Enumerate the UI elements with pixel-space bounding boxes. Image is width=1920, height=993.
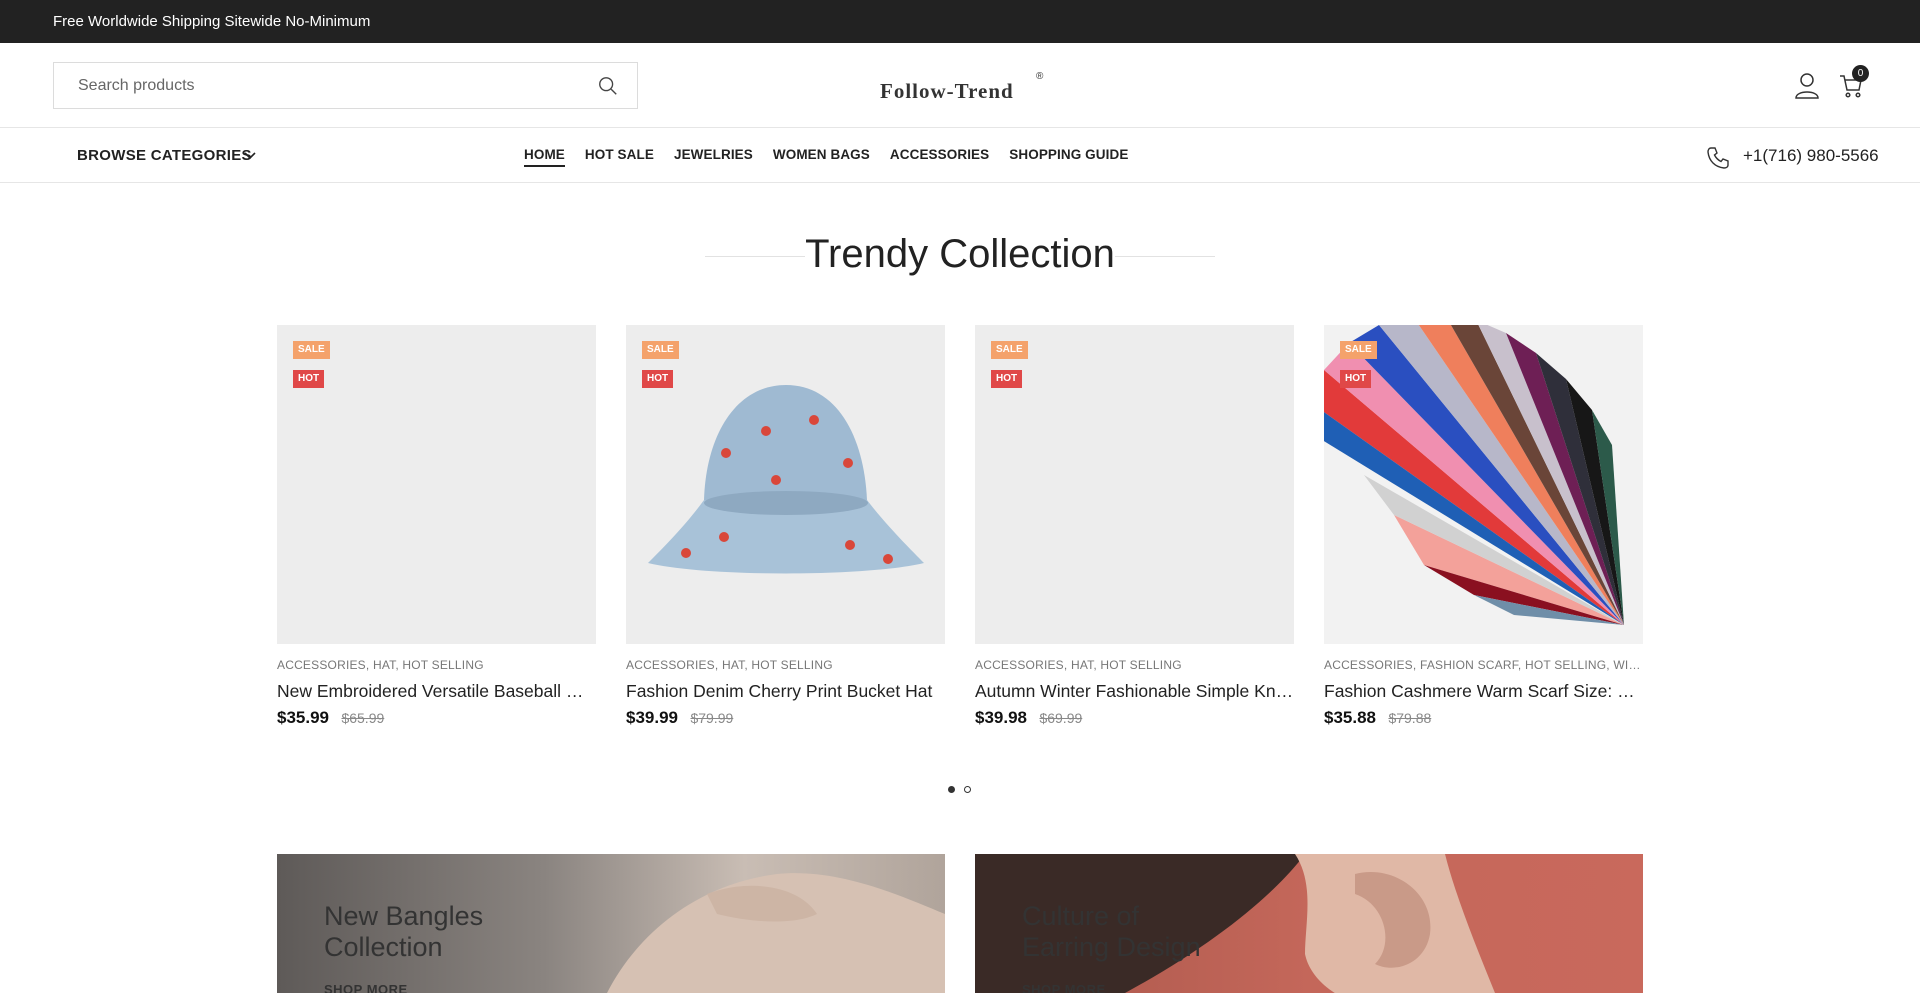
carousel-pagination bbox=[948, 786, 971, 793]
product-price: $39.99 bbox=[626, 708, 678, 727]
product-image[interactable]: SALE HOT bbox=[277, 325, 596, 644]
banner-shop-more-link[interactable]: SHOP MORE bbox=[324, 982, 408, 993]
chevron-down-icon bbox=[244, 152, 256, 160]
title-divider-right bbox=[1115, 256, 1215, 257]
product-price: $35.88 bbox=[1324, 708, 1376, 727]
product-name[interactable]: Fashion Denim Cherry Print Bucket Hat bbox=[626, 681, 945, 702]
product-price: $39.98 bbox=[975, 708, 1027, 727]
logo-text: Follow-Trend bbox=[880, 79, 1014, 103]
product-image[interactable]: SALE HOT bbox=[626, 325, 945, 644]
product-categories[interactable]: ACCESSORIES, FASHION SCARF, HOT SELLING,… bbox=[1324, 658, 1643, 672]
nav-menu: HOME HOT SALE JEWELRIES WOMEN BAGS ACCES… bbox=[524, 147, 1128, 167]
product-old-price: $69.99 bbox=[1039, 710, 1083, 726]
product-old-price: $79.99 bbox=[690, 710, 734, 726]
product-card[interactable]: SALE HOT ACCESSORIES, HAT, HOT SELLING N… bbox=[277, 325, 596, 728]
registered-mark: ® bbox=[1036, 71, 1044, 82]
sale-badge: SALE bbox=[991, 341, 1028, 359]
hot-badge: HOT bbox=[642, 370, 674, 388]
announcement-bar: Free Worldwide Shipping Sitewide No-Mini… bbox=[0, 0, 1920, 43]
section-title: Trendy Collection bbox=[805, 232, 1115, 276]
carousel-dot-2[interactable] bbox=[964, 786, 971, 793]
hot-badge: HOT bbox=[1340, 370, 1372, 388]
browse-categories-label: BROWSE CATEGORIES bbox=[77, 147, 252, 164]
bucket-hat-image bbox=[648, 385, 924, 574]
product-name[interactable]: New Embroidered Versatile Baseball Cap bbox=[277, 681, 596, 702]
search-input[interactable] bbox=[54, 63, 574, 108]
main-nav: BROWSE CATEGORIES HOME HOT SALE JEWELRIE… bbox=[0, 129, 1920, 183]
scarf-fan-image bbox=[1324, 325, 1624, 625]
product-categories[interactable]: ACCESSORIES, HAT, HOT SELLING bbox=[626, 658, 945, 672]
carousel-dot-1[interactable] bbox=[948, 786, 955, 793]
nav-item-hot-sale[interactable]: HOT SALE bbox=[585, 147, 654, 167]
nav-item-accessories[interactable]: ACCESSORIES bbox=[890, 147, 989, 167]
product-name[interactable]: Fashion Cashmere Warm Scarf Size: 65*1..… bbox=[1324, 681, 1643, 702]
product-prices: $35.99 $65.99 bbox=[277, 708, 596, 728]
product-image[interactable]: SALE HOT bbox=[1324, 325, 1643, 644]
banner-bangles[interactable]: New Bangles Collection SHOP MORE bbox=[277, 854, 945, 993]
product-card[interactable]: SALE HOT ACCESSORIES, FASHION SCARF, HOT… bbox=[1324, 325, 1643, 728]
product-categories[interactable]: ACCESSORIES, HAT, HOT SELLING bbox=[277, 658, 596, 672]
banner-earring[interactable]: Culture of Earring Design SHOP MORE bbox=[975, 854, 1643, 993]
product-card[interactable]: SALE HOT ACCESSORIES, HAT, HOT SELLING A… bbox=[975, 325, 1294, 728]
site-header: Follow-Trend ® 0 bbox=[0, 43, 1920, 128]
product-old-price: $65.99 bbox=[341, 710, 385, 726]
site-logo[interactable]: Follow-Trend ® bbox=[880, 65, 1050, 105]
product-prices: $35.88 $79.88 bbox=[1324, 708, 1643, 728]
product-prices: $39.98 $69.99 bbox=[975, 708, 1294, 728]
sale-badge: SALE bbox=[1340, 341, 1377, 359]
nav-item-jewelries[interactable]: JEWELRIES bbox=[674, 147, 753, 167]
browse-categories-button[interactable]: BROWSE CATEGORIES bbox=[77, 147, 256, 164]
nav-item-shopping-guide[interactable]: SHOPPING GUIDE bbox=[1009, 147, 1128, 167]
banner-title: New Bangles Collection bbox=[324, 901, 483, 963]
product-old-price: $79.88 bbox=[1388, 710, 1432, 726]
hot-badge: HOT bbox=[293, 370, 325, 388]
phone-icon bbox=[1707, 147, 1729, 169]
user-account-icon[interactable] bbox=[1794, 71, 1820, 99]
banner-title-line2: Collection bbox=[324, 932, 443, 962]
product-card[interactable]: SALE HOT ACCESSORIES, HAT, HOT SELLING F… bbox=[626, 325, 945, 728]
banner-shop-more-link[interactable]: SHOP MORE bbox=[1022, 982, 1106, 993]
banner-title-line2: Earring Design bbox=[1022, 932, 1201, 962]
hot-badge: HOT bbox=[991, 370, 1023, 388]
phone-number: +1(716) 980-5566 bbox=[1743, 146, 1879, 165]
nav-item-home[interactable]: HOME bbox=[524, 147, 565, 167]
nav-item-women-bags[interactable]: WOMEN BAGS bbox=[773, 147, 870, 167]
product-image[interactable]: SALE HOT bbox=[975, 325, 1294, 644]
product-prices: $39.99 $79.99 bbox=[626, 708, 945, 728]
product-categories[interactable]: ACCESSORIES, HAT, HOT SELLING bbox=[975, 658, 1294, 672]
product-name[interactable]: Autumn Winter Fashionable Simple Knitte.… bbox=[975, 681, 1294, 702]
banner-title-line1: New Bangles bbox=[324, 901, 484, 931]
announcement-text: Free Worldwide Shipping Sitewide No-Mini… bbox=[53, 13, 371, 30]
banner-title-line1: Culture of bbox=[1022, 901, 1140, 931]
sale-badge: SALE bbox=[293, 341, 330, 359]
cart-count-badge: 0 bbox=[1852, 65, 1869, 82]
search-box bbox=[53, 62, 638, 109]
banner-title: Culture of Earring Design bbox=[1022, 901, 1201, 963]
search-icon[interactable] bbox=[597, 75, 619, 97]
sale-badge: SALE bbox=[642, 341, 679, 359]
product-price: $35.99 bbox=[277, 708, 329, 727]
